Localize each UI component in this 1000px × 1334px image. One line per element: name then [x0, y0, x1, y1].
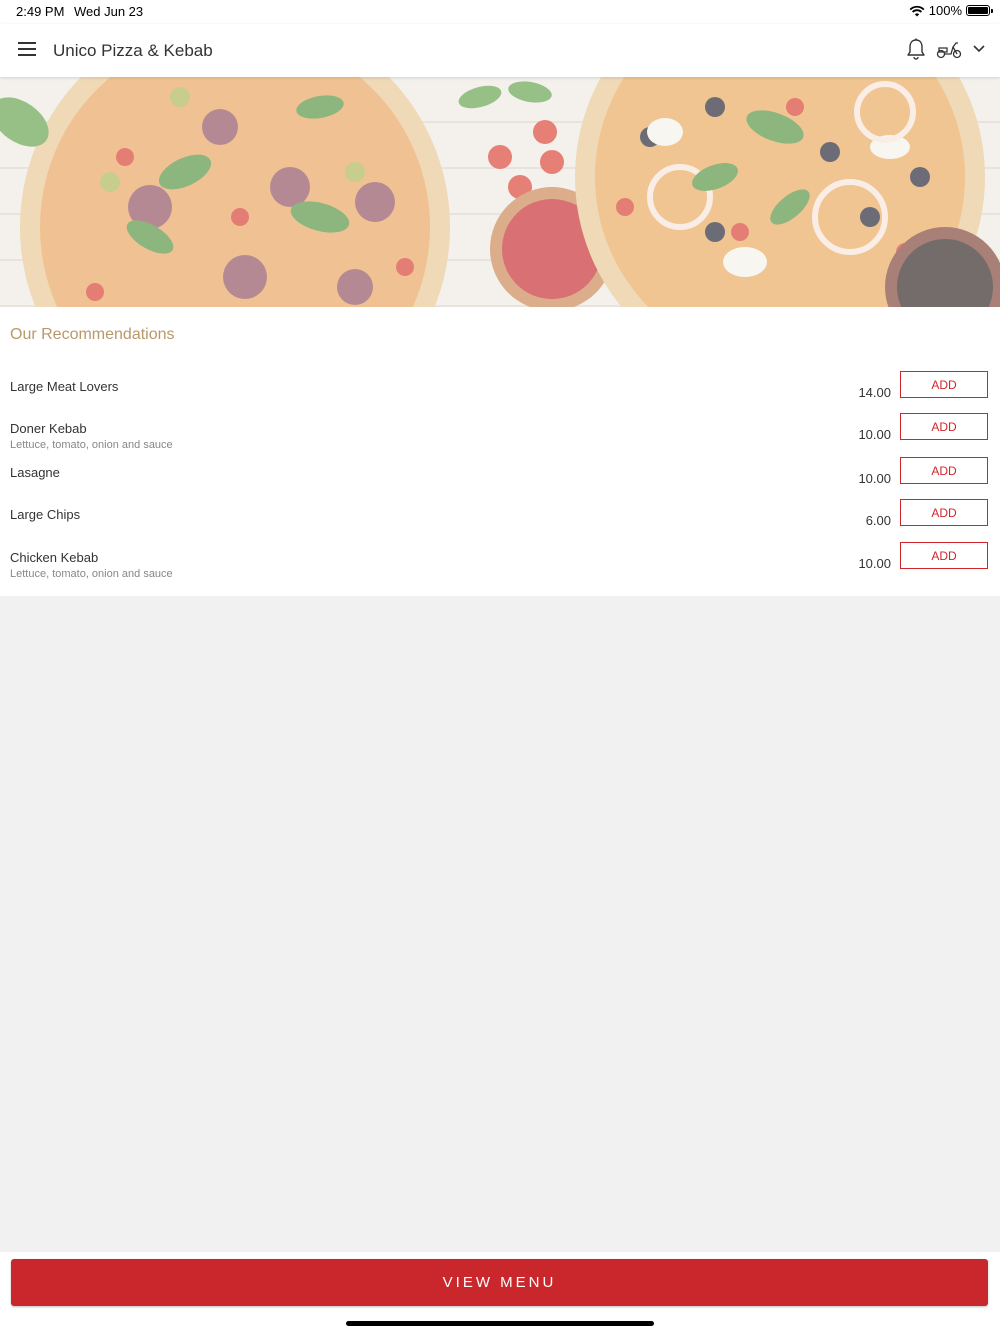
item-name: Large Meat Lovers: [10, 379, 119, 394]
item-price: 14.00: [858, 385, 891, 400]
home-indicator: [346, 1321, 654, 1326]
item-price: 10.00: [858, 427, 891, 442]
wifi-icon: [909, 5, 925, 16]
view-menu-button[interactable]: VIEW MENU: [11, 1259, 988, 1306]
status-time: 2:49 PM: [16, 4, 65, 19]
status-bar: 2:49 PM Wed Jun 23 100%: [0, 0, 1000, 24]
item-price: 6.00: [865, 513, 891, 528]
header-actions: [906, 38, 986, 60]
chevron-down-icon[interactable]: [972, 44, 986, 54]
bell-icon[interactable]: [906, 38, 926, 60]
add-button[interactable]: ADD: [900, 542, 988, 569]
app-title: Unico Pizza & Kebab: [53, 41, 213, 60]
add-button[interactable]: ADD: [900, 499, 988, 526]
add-button[interactable]: ADD: [900, 371, 988, 398]
item-name: Doner Kebab: [10, 421, 87, 436]
item-price: 10.00: [858, 556, 891, 571]
hero-banner-image: [0, 77, 1000, 307]
item-name: Chicken Kebab: [10, 550, 99, 565]
menu-icon[interactable]: [18, 42, 36, 56]
app-header: Unico Pizza & Kebab: [0, 24, 1000, 77]
item-description: Lettuce, tomato, onion and sauce: [10, 439, 173, 451]
item-name: Lasagne: [10, 465, 60, 480]
recommendations-section: Our Recommendations Large Meat Lovers 14…: [0, 307, 1000, 596]
recommendations-title: Our Recommendations: [10, 326, 175, 343]
item-name: Large Chips: [10, 507, 81, 522]
status-right: 100%: [909, 3, 993, 18]
scooter-icon[interactable]: [936, 39, 962, 59]
add-button[interactable]: ADD: [900, 413, 988, 440]
battery-percent: 100%: [928, 3, 962, 18]
battery-icon: [966, 5, 993, 16]
status-date: Wed Jun 23: [74, 4, 144, 19]
item-price: 10.00: [858, 471, 891, 486]
add-button[interactable]: ADD: [900, 457, 988, 484]
item-description: Lettuce, tomato, onion and sauce: [10, 568, 173, 580]
